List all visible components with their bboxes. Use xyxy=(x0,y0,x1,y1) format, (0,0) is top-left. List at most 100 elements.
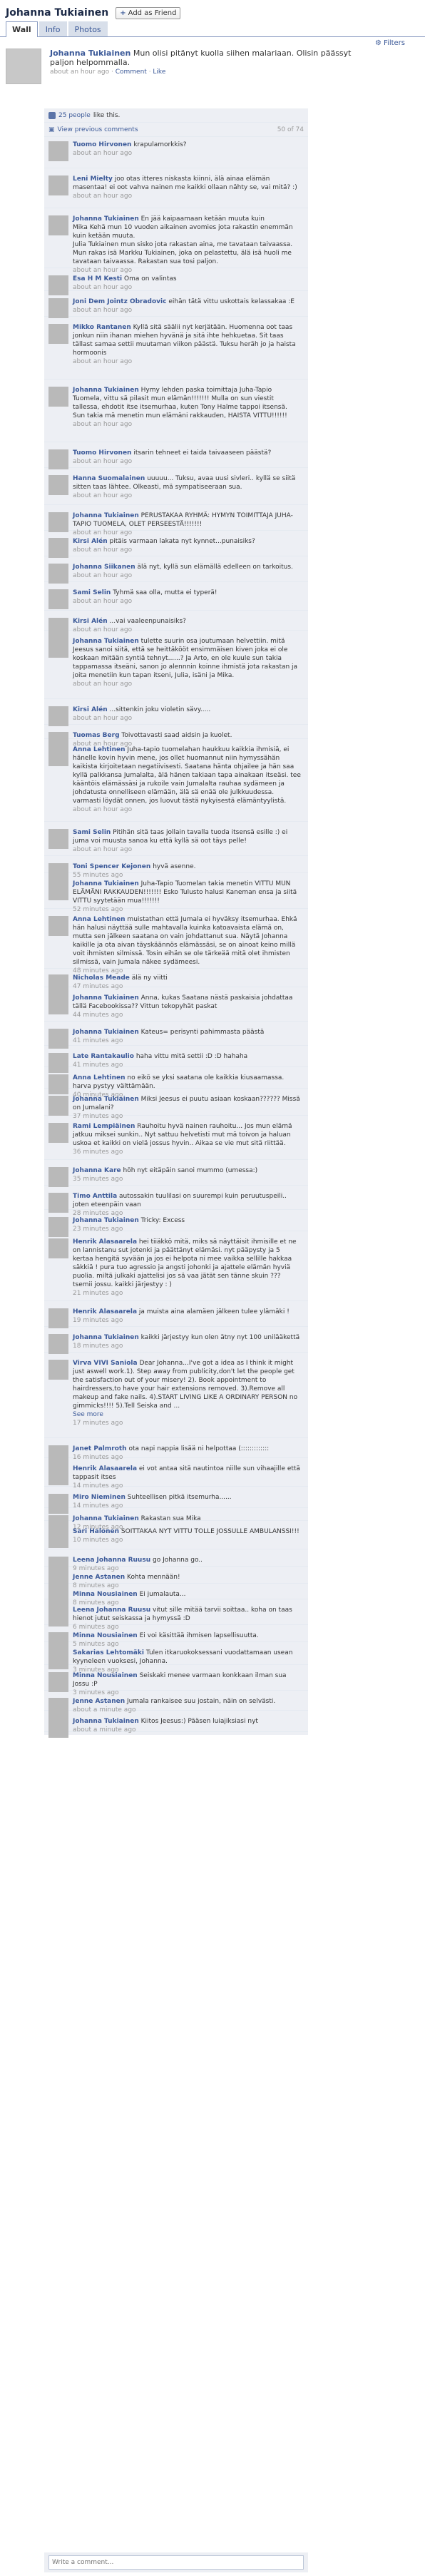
comment-author-link[interactable]: Toni Spencer Kejonen xyxy=(73,863,150,870)
commenter-avatar[interactable] xyxy=(48,538,68,558)
comment-text: Kiitos Jeesus:) Pääsen luiajiksiasi nyt xyxy=(140,1718,258,1725)
comment-author-link[interactable]: Tuomo Hirvonen xyxy=(73,141,131,148)
comment-author-link[interactable]: Johanna Tukiainen xyxy=(73,1217,139,1224)
comment-author-link[interactable]: Nicholas Meade xyxy=(73,974,130,982)
comment-author-link[interactable]: Miro Nieminen xyxy=(73,1494,126,1501)
comment-author-link[interactable]: Minna Nousiainen xyxy=(73,1672,138,1679)
commenter-avatar[interactable] xyxy=(48,1465,68,1485)
commenter-avatar[interactable] xyxy=(48,1528,68,1548)
comment-author-link[interactable]: Henrik Alasaarela xyxy=(73,1465,137,1472)
comment-author-link[interactable]: Virva VIVI Saniola xyxy=(73,1360,138,1367)
comment-author-link[interactable]: Henrik Alasaarela xyxy=(73,1238,137,1246)
comment-author-link[interactable]: Kirsi Alén xyxy=(73,618,108,625)
comment-author-link[interactable]: Joni Dem Jointz Obradovic xyxy=(73,298,166,305)
comment-author-link[interactable]: Johanna Tukiainen xyxy=(73,880,139,887)
comment-author-link[interactable]: Anna Lehtinen xyxy=(73,916,126,923)
commenter-avatar[interactable] xyxy=(48,324,68,344)
comment-author-link[interactable]: Timo Anttila xyxy=(73,1193,117,1200)
commenter-avatar[interactable] xyxy=(48,1607,68,1626)
comment-author-link[interactable]: Johanna Tukiainen xyxy=(73,1515,139,1522)
commenter-avatar[interactable] xyxy=(48,706,68,726)
commenter-avatar[interactable] xyxy=(48,141,68,161)
post-author-link[interactable]: Johanna Tukiainen xyxy=(50,49,130,58)
comment-author-link[interactable]: Johanna Tukiainen xyxy=(73,1029,139,1036)
commenter-avatar[interactable] xyxy=(48,1334,68,1354)
commenter-avatar[interactable] xyxy=(48,589,68,609)
comment-author-link[interactable]: Jenne Astanen xyxy=(73,1574,125,1581)
comment-author-link[interactable]: Johanna Tukiainen xyxy=(73,512,139,519)
comment-author-link[interactable]: Minna Nousiainen xyxy=(73,1591,138,1598)
comment-author-link[interactable]: Johanna Kare xyxy=(73,1167,121,1174)
commenter-avatar[interactable] xyxy=(48,829,68,849)
comment-author-link[interactable]: Kirsi Alén xyxy=(73,538,108,545)
comment-author-link[interactable]: Hanna Suomalainen xyxy=(73,475,145,482)
commenter-avatar[interactable] xyxy=(48,1718,68,1738)
comment-author-link[interactable]: Anna Lehtinen xyxy=(73,1074,126,1081)
comment-time: about an hour ago xyxy=(73,626,133,633)
comment-author-link[interactable]: Johanna Tukiainen xyxy=(73,215,139,223)
commenter-avatar[interactable] xyxy=(48,1193,68,1213)
comment-author-link[interactable]: Jenne Astanen xyxy=(73,1698,125,1705)
commenter-avatar[interactable] xyxy=(48,564,68,584)
like-link[interactable]: Like xyxy=(153,68,165,76)
comment-author-link[interactable]: Johanna Tukiainen xyxy=(73,994,139,1002)
comment-author-link[interactable]: Johanna Tukiainen xyxy=(73,1096,139,1103)
comment-author-link[interactable]: Johanna Tukiainen xyxy=(73,387,139,394)
comment-author-link[interactable]: Leni Mielty xyxy=(73,175,113,183)
commenter-avatar[interactable] xyxy=(48,512,68,532)
filters-link[interactable]: ⚙ Filters xyxy=(375,39,405,47)
commenter-avatar[interactable] xyxy=(48,1029,68,1049)
comment-author-link[interactable]: Johanna Tukiainen xyxy=(73,1334,139,1341)
commenter-avatar[interactable] xyxy=(48,1672,68,1692)
comment-link[interactable]: Comment xyxy=(116,68,147,76)
comment-author-link[interactable]: Leena Johanna Ruusu xyxy=(73,1557,150,1564)
commenter-avatar[interactable] xyxy=(48,1308,68,1328)
comment-author-link[interactable]: Sami Selin xyxy=(73,829,111,836)
tab-info[interactable]: Info xyxy=(39,21,67,36)
comment-author-link[interactable]: Henrik Alasaarela xyxy=(73,1308,137,1315)
comment-author-link[interactable]: Sami Selin xyxy=(73,589,111,596)
commenter-avatar[interactable] xyxy=(48,298,68,318)
commenter-avatar[interactable] xyxy=(48,475,68,495)
likes-count-link[interactable]: 25 people xyxy=(58,112,91,119)
commenter-avatar[interactable] xyxy=(48,275,68,295)
comment-author-link[interactable]: Johanna Tukiainen xyxy=(73,1718,139,1725)
commenter-avatar[interactable] xyxy=(48,175,68,195)
comment-author-link[interactable]: Tuomas Berg xyxy=(73,732,120,739)
tab-photos[interactable]: Photos xyxy=(68,21,108,36)
commenter-avatar[interactable] xyxy=(48,746,68,766)
avatar[interactable] xyxy=(6,49,41,84)
comment-author-link[interactable]: Johanna Siikanen xyxy=(73,564,135,571)
comment-input[interactable] xyxy=(48,2555,304,2570)
comment-author-link[interactable]: Kirsi Alén xyxy=(73,706,108,713)
comment-author-link[interactable]: Late Rantakaulio xyxy=(73,1053,134,1060)
comment-author-link[interactable]: Anna Lehtinen xyxy=(73,746,126,753)
commenter-avatar[interactable] xyxy=(48,880,68,900)
commenter-avatar[interactable] xyxy=(48,215,68,235)
comment-author-link[interactable]: Esa H M Kesti xyxy=(73,275,122,282)
add-friend-button[interactable]: + Add as Friend xyxy=(116,6,181,19)
commenter-avatar[interactable] xyxy=(48,1096,68,1116)
commenter-avatar[interactable] xyxy=(48,387,68,407)
comment-author-link[interactable]: Minna Nousiainen xyxy=(73,1632,138,1639)
commenter-avatar[interactable] xyxy=(48,916,68,936)
comment-author-link[interactable]: Sari Halonen xyxy=(73,1528,119,1535)
comment-author-link[interactable]: Rami Lempiäinen xyxy=(73,1123,135,1130)
commenter-avatar[interactable] xyxy=(48,1167,68,1187)
commenter-avatar[interactable] xyxy=(48,1238,68,1258)
commenter-avatar[interactable] xyxy=(48,994,68,1014)
comment-author-link[interactable]: Sakarias Lehtomäki xyxy=(73,1649,144,1656)
commenter-avatar[interactable] xyxy=(48,1649,68,1669)
comment-author-link[interactable]: Johanna Tukiainen xyxy=(73,638,139,645)
commenter-avatar[interactable] xyxy=(48,638,68,658)
comment-author-link[interactable]: Janet Palmroth xyxy=(73,1445,127,1452)
comment-author-link[interactable]: Leena Johanna Ruusu xyxy=(73,1607,150,1614)
comment-author-link[interactable]: Mikko Rantanen xyxy=(73,324,131,331)
tab-wall[interactable]: Wall xyxy=(6,21,38,37)
commenter-avatar[interactable] xyxy=(48,1123,68,1143)
commenter-avatar[interactable] xyxy=(48,1360,68,1380)
comment-author-link[interactable]: Tuomo Hirvonen xyxy=(73,449,131,457)
commenter-avatar[interactable] xyxy=(48,449,68,469)
see-more-link[interactable]: See more xyxy=(73,1411,103,1418)
view-previous-comments-link[interactable]: View previous comments xyxy=(58,126,138,133)
